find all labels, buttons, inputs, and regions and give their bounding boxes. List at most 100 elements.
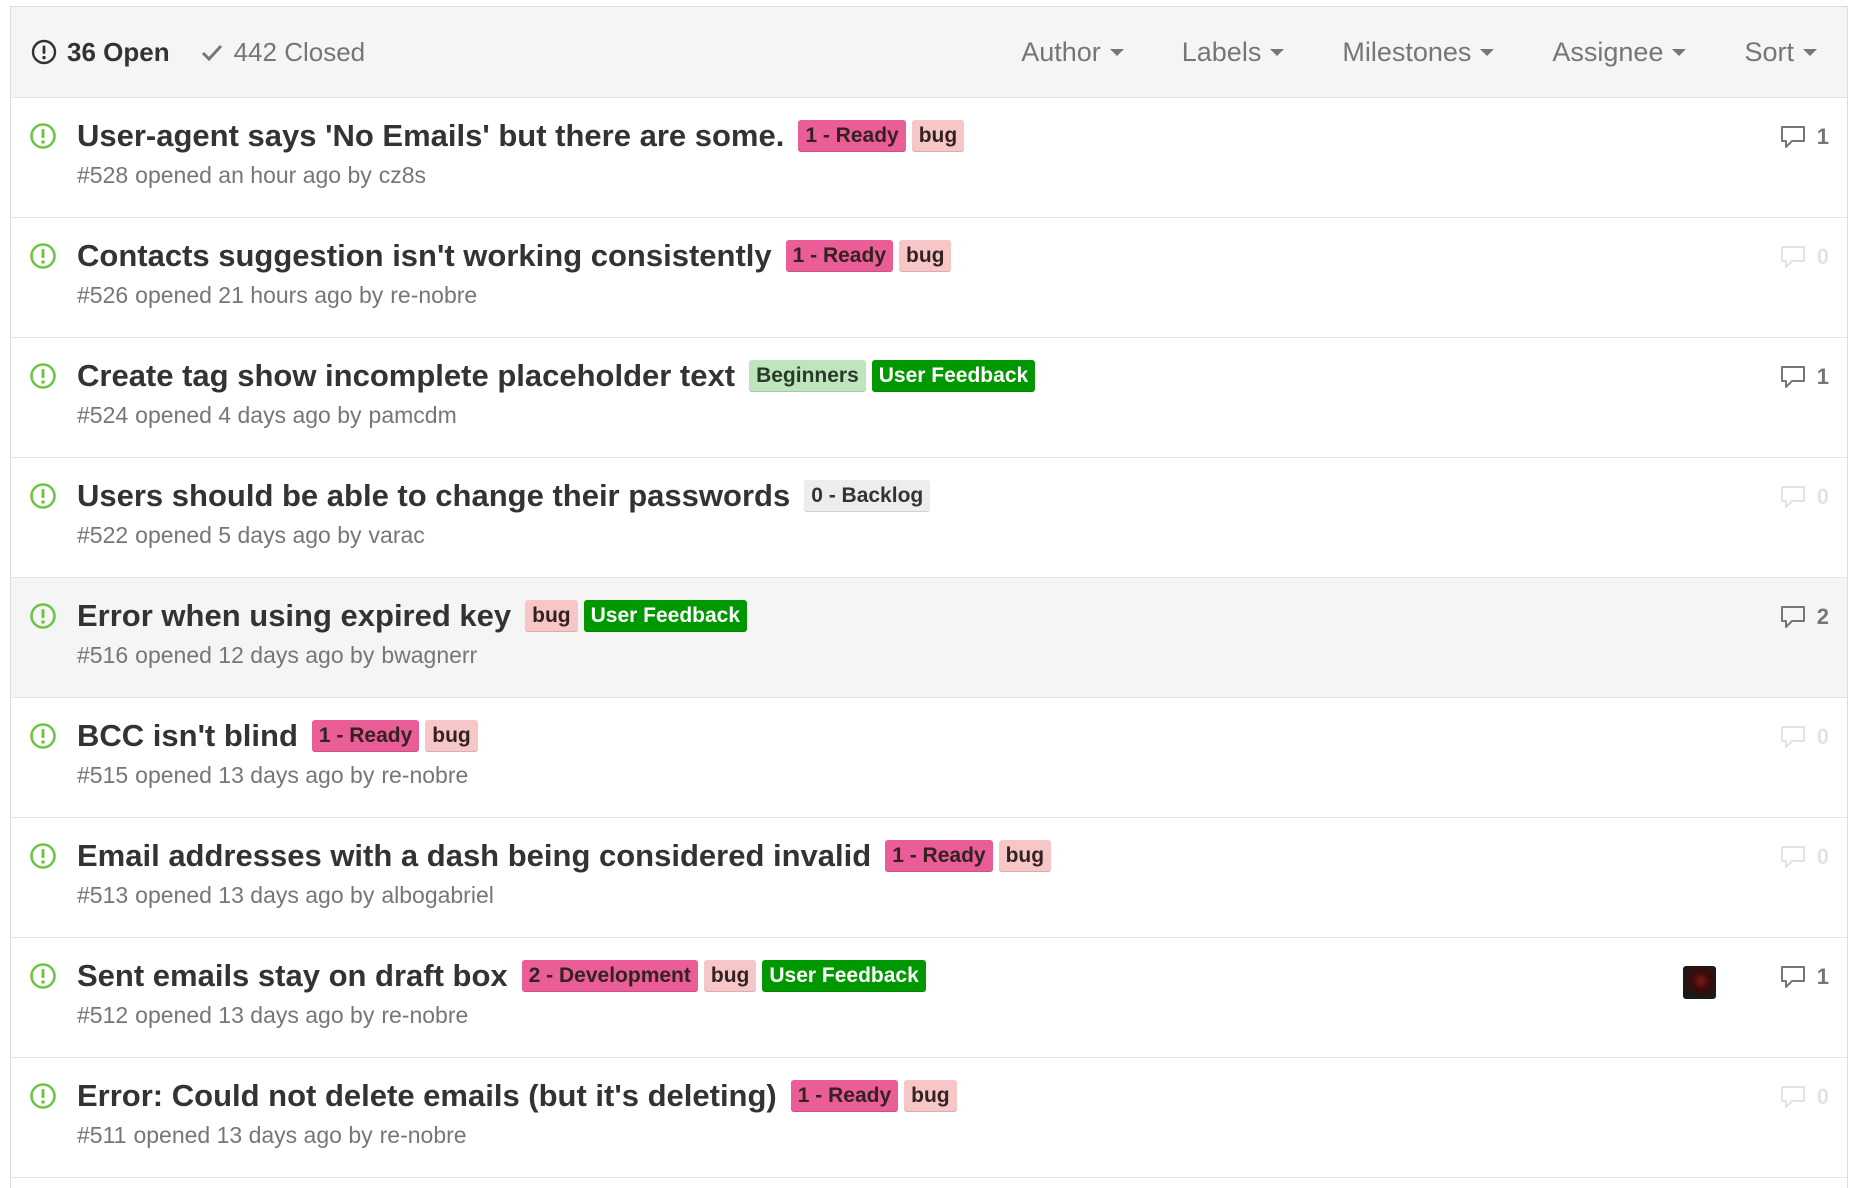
issue-opened-icon xyxy=(29,962,57,995)
issue-title-line: Error when using expired key bug User Feed… xyxy=(77,598,1447,634)
issue-opened-text: opened an hour ago by xyxy=(135,162,372,188)
issue-label[interactable]: User Feedback xyxy=(583,600,748,632)
issue-row[interactable]: Error when using expired key bug User Feed… xyxy=(11,578,1847,698)
issue-title-line: Email addresses with a dash being consid… xyxy=(77,838,1447,874)
comment-count-link[interactable]: 0 xyxy=(1779,844,1829,870)
issue-label[interactable]: 0 - Backlog xyxy=(804,480,931,512)
issue-row[interactable]: Users should be able to change their pas… xyxy=(11,458,1847,578)
issue-title-line: Create tag show incomplete placeholder t… xyxy=(77,358,1447,394)
issue-summary: Email addresses with a dash being consid… xyxy=(77,838,1447,909)
issue-label[interactable]: User Feedback xyxy=(871,360,1036,392)
comment-count-link[interactable]: 0 xyxy=(1779,484,1829,510)
filter-author-dropdown[interactable]: Author xyxy=(1021,37,1124,68)
issue-number: #528 xyxy=(77,162,129,188)
issue-title-link[interactable]: BCC isn't blind xyxy=(77,718,298,754)
issue-author-link[interactable]: varac xyxy=(369,522,425,548)
issue-row[interactable]: Create tag show incomplete placeholder t… xyxy=(11,338,1847,458)
issue-summary: Error when using expired key bug User Feed… xyxy=(77,598,1447,669)
comment-count-link[interactable]: 1 xyxy=(1779,364,1829,390)
comment-icon xyxy=(1779,244,1817,270)
issue-label[interactable]: 1 - Ready xyxy=(885,840,993,872)
issue-author-link[interactable]: albogabriel xyxy=(381,882,494,908)
issue-number: #522 xyxy=(77,522,129,548)
issue-meta: #522 opened 5 days ago by varac xyxy=(77,522,1447,549)
issue-label[interactable]: 1 - Ready xyxy=(790,1080,899,1112)
issue-opened-icon xyxy=(29,122,57,155)
issue-author-link[interactable]: cz8s xyxy=(379,162,426,188)
issue-author-link[interactable]: pamcdm xyxy=(369,402,457,428)
comment-icon xyxy=(1779,844,1817,870)
issue-opened-text: opened 5 days ago by xyxy=(135,522,362,548)
issue-label[interactable]: bug xyxy=(703,960,757,992)
issue-number: #513 xyxy=(77,882,129,908)
issue-title-link[interactable]: User-agent says 'No Emails' but there ar… xyxy=(77,118,784,154)
issue-label[interactable]: bug xyxy=(911,120,965,152)
filter-milestones-dropdown[interactable]: Milestones xyxy=(1342,36,1495,68)
issue-opened-icon xyxy=(31,39,57,65)
issue-title-link[interactable]: Error: Could not delete emails (but it's… xyxy=(77,1078,777,1114)
issue-row[interactable]: Sent emails stay on draft box 2 - Develop… xyxy=(11,938,1847,1058)
issue-title-link[interactable]: Error when using expired key xyxy=(77,598,511,634)
issue-opened-text: opened 13 days ago by xyxy=(133,1122,373,1148)
filter-assignee-dropdown[interactable]: Assignee xyxy=(1552,36,1687,68)
issue-row[interactable]: BCC isn't blind 1 - Ready bug #515 opened 13… xyxy=(11,698,1847,818)
issue-row[interactable]: Contacts suggestion isn't working consis… xyxy=(11,218,1847,338)
comment-count-link[interactable]: 0 xyxy=(1779,244,1829,270)
issue-label[interactable]: bug xyxy=(904,1080,957,1112)
open-issues-tab[interactable]: 36 Open xyxy=(31,37,170,68)
issue-title-line: User-agent says 'No Emails' but there ar… xyxy=(77,118,1447,154)
issue-label[interactable]: bug xyxy=(899,240,952,272)
issue-meta: #524 opened 4 days ago by pamcdm xyxy=(77,402,1447,429)
assignee-avatar[interactable] xyxy=(1683,966,1716,999)
closed-issues-tab[interactable]: 442 Closed xyxy=(200,37,365,68)
issue-row[interactable]: User-agent says 'No Emails' but there ar… xyxy=(11,98,1847,218)
filter-label: Milestones xyxy=(1342,36,1472,67)
comment-count: 0 xyxy=(1816,1084,1829,1109)
issue-title-link[interactable]: Contacts suggestion isn't working consis… xyxy=(77,238,772,274)
check-icon xyxy=(201,44,222,62)
issue-label[interactable]: bug xyxy=(525,600,578,632)
issue-row[interactable]: Error: Could not delete emails (but it's… xyxy=(11,1058,1847,1178)
issue-title-link[interactable]: Create tag show incomplete placeholder t… xyxy=(77,358,735,394)
issue-label[interactable]: User Feedback xyxy=(762,960,926,992)
comment-count-link[interactable]: 0 xyxy=(1779,724,1829,750)
issue-meta: #528 opened an hour ago by cz8s xyxy=(77,162,1447,189)
issue-author-link[interactable]: bwagnerr xyxy=(381,642,477,668)
issue-label[interactable]: 1 - Ready xyxy=(311,720,420,752)
issue-author-link[interactable]: re-nobre xyxy=(390,282,477,308)
issue-label[interactable]: bug xyxy=(998,840,1052,872)
issue-label[interactable]: bug xyxy=(425,720,478,752)
comment-count-link[interactable]: 0 xyxy=(1779,1084,1829,1110)
issue-label[interactable]: 1 - Ready xyxy=(798,120,906,152)
issue-meta: #513 opened 13 days ago by albogabriel xyxy=(77,882,1447,909)
issue-title-link[interactable]: Sent emails stay on draft box xyxy=(77,958,508,994)
issue-title-line: Sent emails stay on draft box 2 - Develop… xyxy=(77,958,1447,994)
issue-meta: #516 opened 12 days ago by bwagnerr xyxy=(77,642,1447,669)
filter-labels-dropdown[interactable]: Labels xyxy=(1182,37,1285,68)
issue-opened-text: opened 12 days ago by xyxy=(135,642,375,668)
issue-author-link[interactable]: re-nobre xyxy=(381,762,468,788)
issue-title-link[interactable]: Users should be able to change their pas… xyxy=(77,478,790,514)
issue-label[interactable]: 2 - Development xyxy=(521,960,698,992)
issue-opened-icon xyxy=(29,482,57,515)
issue-summary: Contacts suggestion isn't working consis… xyxy=(77,238,1447,309)
filter-label: Assignee xyxy=(1552,36,1664,67)
issue-author-link[interactable]: re-nobre xyxy=(381,1002,468,1028)
comment-count-link[interactable]: 1 xyxy=(1779,964,1829,990)
filter-sort-dropdown[interactable]: Sort xyxy=(1744,37,1817,68)
issue-author-link[interactable]: re-nobre xyxy=(380,1122,467,1148)
issue-title-link[interactable]: Email addresses with a dash being consid… xyxy=(77,838,871,874)
issue-meta: #511 opened 13 days ago by re-nobre xyxy=(77,1122,1447,1149)
comment-count: 1 xyxy=(1816,364,1829,389)
comment-icon xyxy=(1779,604,1817,630)
issue-row[interactable]: Email addresses with a dash being consid… xyxy=(11,818,1847,938)
issue-number: #524 xyxy=(77,402,129,428)
filter-label: Labels xyxy=(1181,36,1262,67)
issue-number: #511 xyxy=(77,1122,127,1148)
issue-label[interactable]: 1 - Ready xyxy=(785,240,893,272)
comment-count-link[interactable]: 1 xyxy=(1779,124,1829,150)
comment-count-link[interactable]: 2 xyxy=(1779,604,1829,630)
issue-summary: Error: Could not delete emails (but it's… xyxy=(77,1078,1447,1149)
issue-meta: #512 opened 13 days ago by re-nobre xyxy=(77,1002,1447,1029)
issue-label[interactable]: Beginners xyxy=(749,360,866,392)
